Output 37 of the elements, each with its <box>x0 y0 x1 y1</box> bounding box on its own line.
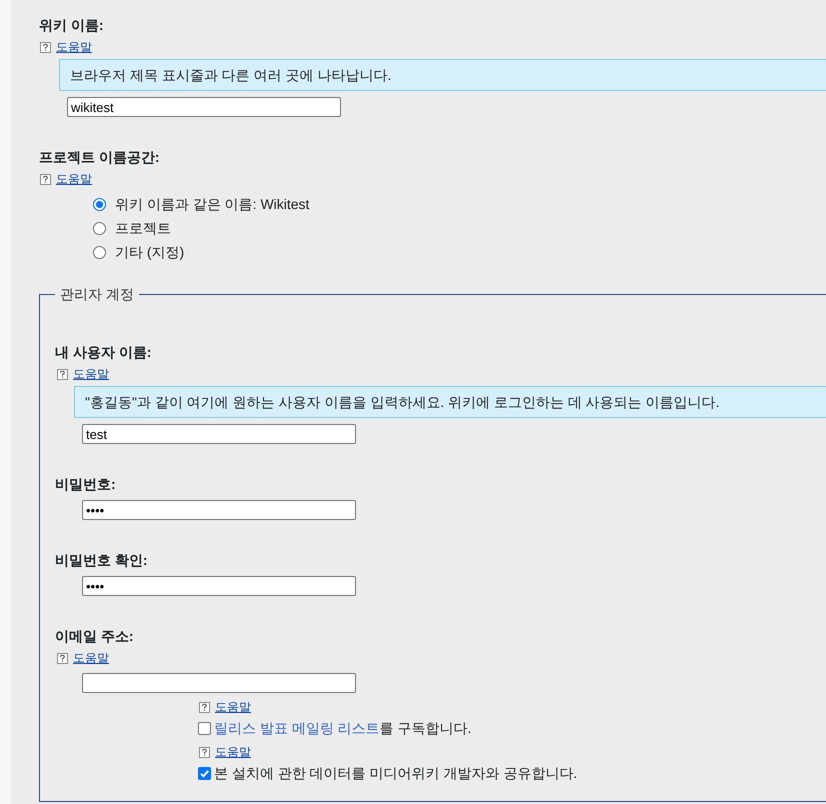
mailing-list-link[interactable]: 릴리스 발표 메일링 리스트 <box>214 720 380 736</box>
help-link[interactable]: 도움말 <box>56 171 92 187</box>
radio-button[interactable] <box>93 246 106 258</box>
help-link[interactable]: 도움말 <box>215 744 251 760</box>
text-field[interactable]: test <box>82 424 356 444</box>
help-link[interactable]: 도움말 <box>73 366 109 382</box>
field-label: 비밀번호 확인: <box>55 551 149 570</box>
field-label: 이메일 주소: <box>55 627 135 646</box>
help-icon <box>57 652 68 664</box>
help-icon <box>199 702 210 712</box>
field-label: 프로젝트 이름공간: <box>39 148 161 167</box>
field-label: 위키 이름: <box>39 16 105 35</box>
radio-button[interactable] <box>93 222 106 234</box>
help-icon <box>40 174 51 184</box>
password-field[interactable]: •••• <box>82 576 356 596</box>
group-legend: 관리자 계정 <box>55 284 139 304</box>
checkbox-label: 릴리스 발표 메일링 리스트를 구독합니다. <box>214 719 472 738</box>
field-label: 내 사용자 이름: <box>55 343 152 362</box>
help-link[interactable]: 도움말 <box>73 650 109 666</box>
field-label: 비밀번호: <box>55 475 117 494</box>
option-label[interactable]: 위키 이름과 같은 이름: Wikitest <box>115 194 310 214</box>
help-icon <box>40 42 51 52</box>
help-link[interactable]: 도움말 <box>215 699 251 715</box>
help-icon <box>57 368 68 380</box>
checkbox-label: 본 설치에 관한 데이터를 미디어위키 개발자와 공유합니다. <box>214 764 578 783</box>
checkbox[interactable] <box>198 722 211 734</box>
radio-button[interactable] <box>93 198 106 210</box>
hint-note: 브라우저 제목 표시줄과 다른 여러 곳에 나타납니다. <box>59 59 826 91</box>
option-label[interactable]: 프로젝트 <box>115 218 171 238</box>
option-label[interactable]: 기타 (지정) <box>115 242 184 262</box>
hint-note: "홍길동"과 같이 여기에 원하는 사용자 이름을 입력하세요. 위키에 로그인하는 데 사용되는 이름입니다. <box>74 386 826 418</box>
help-link[interactable]: 도움말 <box>56 39 92 55</box>
text-field[interactable]: wikitest <box>67 97 341 117</box>
help-icon <box>199 746 210 758</box>
password-field[interactable]: •••• <box>82 500 356 520</box>
text-field[interactable] <box>82 673 356 693</box>
checkbox[interactable] <box>198 766 211 780</box>
